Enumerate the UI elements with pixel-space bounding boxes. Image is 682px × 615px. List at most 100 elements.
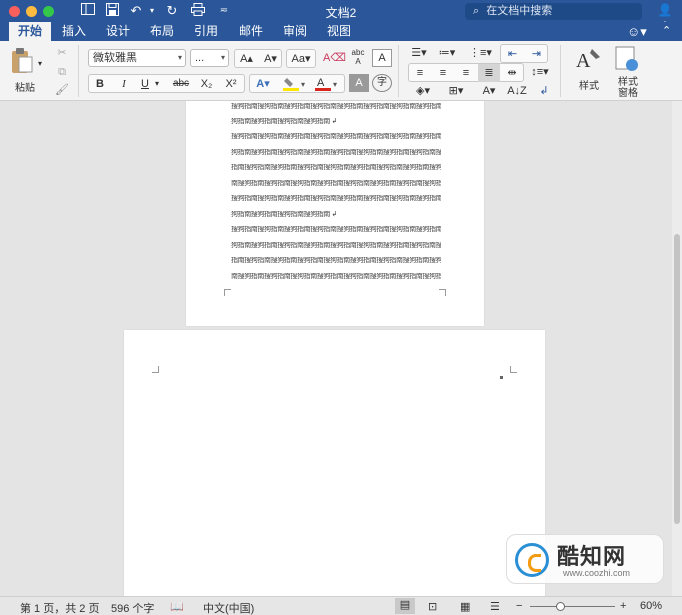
search-icon: ⌕ [473,5,480,17]
document-line[interactable]: 搜狗指南搜狗指南搜狗指南搜狗指南搜狗指南搜狗指南搜狗指南搜狗指南搜狗 [231,103,441,111]
styles-pane-icon[interactable] [614,45,640,73]
format-painter-icon[interactable]: 🖌 [54,81,70,99]
print-layout-icon[interactable]: ▤ [395,598,415,614]
bold-button[interactable]: B [89,75,111,93]
watermark-text: 酷知网 [557,544,627,569]
document-line[interactable]: 指南搜狗指南搜狗指南搜狗指南搜狗指南搜狗指南搜狗指南搜狗指南搜狗指 [231,257,441,265]
tab-home[interactable]: 开始 [9,22,51,41]
highlight-icon[interactable]: ▾ [280,75,310,93]
vertical-scrollbar[interactable] [672,101,682,596]
document-line[interactable]: 搜狗指南搜狗指南搜狗指南搜狗指南搜狗指南搜狗指南搜狗指南搜狗指南搜 [231,133,441,141]
font-style-buttons: B I U ▾ abc X₂ X² [88,74,245,93]
tab-design[interactable]: 设计 [100,22,136,41]
copy-icon[interactable]: ⧉ [54,63,70,81]
feedback-smile-icon[interactable]: ☺▾ [627,24,647,40]
paste-label[interactable]: 粘贴 [10,79,40,94]
character-border-icon[interactable]: A [372,49,392,67]
underline-dropdown-icon[interactable]: ▾ [152,75,162,93]
superscript-button[interactable]: X² [219,75,243,93]
strikethrough-button[interactable]: abc [169,75,193,93]
tab-references[interactable]: 引用 [188,22,224,41]
document-line[interactable]: 搜狗指南搜狗指南搜狗指南搜狗指南搜狗指南搜狗指南搜狗指南搜狗指南搜 [231,195,441,203]
increase-indent-icon[interactable]: ⇥ [525,45,548,63]
styles-icon[interactable]: A [574,45,604,75]
scrollbar-thumb[interactable] [674,234,680,524]
font-size-value: ... [195,52,205,64]
clear-formatting-icon[interactable]: A⌫ [322,49,346,67]
tab-insert[interactable]: 插入 [56,22,92,41]
font-name-select[interactable]: 微软雅黑 ▾ [88,49,186,67]
bullets-icon[interactable]: ☰▾ [408,44,430,62]
shading-icon[interactable]: ◈▾ [408,82,438,100]
decrease-indent-icon[interactable]: ⇤ [501,45,524,63]
word-count[interactable]: 596 个字 [111,600,154,615]
margin-corner-mark [152,366,159,373]
document-line[interactable]: 狗指南搜狗指南搜狗指南搜狗指南 ↲ [231,211,441,219]
document-canvas[interactable]: 搜狗指南搜狗指南搜狗指南搜狗指南搜狗指南搜狗指南搜狗指南搜狗指南搜狗 狗指南搜狗指… [0,101,672,596]
document-line[interactable]: 南搜狗指南搜狗指南搜狗指南搜狗指南搜狗指南搜狗指南搜狗指南搜狗指南 [231,180,441,188]
justify-icon[interactable]: ≣ [478,64,500,82]
enclose-characters-icon[interactable]: 字 [372,74,392,92]
show-marks-icon[interactable]: ↲ [534,82,554,100]
web-layout-icon[interactable]: ▦ [460,600,470,613]
zoom-slider-thumb[interactable] [556,602,565,611]
asian-layout-icon[interactable]: A▾ [476,82,502,100]
styles-label[interactable]: 样式 [574,77,604,92]
document-line[interactable]: 搜狗指南搜狗指南搜狗指南搜狗指南搜狗指南搜狗指南搜狗指南搜狗指南搜 [231,226,441,234]
font-effects-buttons: A▾ ▾ A ▾ [249,74,345,93]
search-input[interactable]: ⌕ 在文档中搜索 [465,3,642,20]
page-count[interactable]: 第 1 页，共 2 页 [20,600,99,615]
underline-button[interactable]: U [137,75,153,93]
grow-font-button[interactable]: A▴ [235,50,258,68]
tab-view[interactable]: 视图 [321,22,357,41]
line-spacing-icon[interactable]: ↕≡▾ [528,63,552,81]
ribbon-separator [398,45,399,97]
zoom-in-icon[interactable]: + [620,600,626,612]
read-mode-icon[interactable]: ⊡ [428,600,437,613]
language[interactable]: 中文(中国) [203,600,254,615]
change-case-button[interactable]: Aa▾ [286,49,316,68]
italic-button[interactable]: I [113,75,135,93]
zoom-level[interactable]: 60% [640,600,662,612]
document-page[interactable]: 搜狗指南搜狗指南搜狗指南搜狗指南搜狗指南搜狗指南搜狗指南搜狗指南搜狗 狗指南搜狗指… [186,101,484,326]
cut-icon[interactable]: ✂ [54,44,70,62]
tab-review[interactable]: 审阅 [277,22,313,41]
distributed-icon[interactable]: ⇹ [501,64,523,82]
paste-dropdown-icon[interactable]: ▾ [36,55,44,73]
text-effects-icon[interactable]: A▾ [250,75,276,93]
align-center-icon[interactable]: ≡ [432,64,454,82]
tab-layout[interactable]: 布局 [144,22,180,41]
proofing-icon[interactable]: 📖 [170,600,184,613]
share-icon[interactable]: 👤+ [656,3,674,31]
align-left-icon[interactable]: ≡ [409,64,431,82]
subscript-button[interactable]: X₂ [195,75,218,93]
zoom-out-icon[interactable]: − [516,600,522,612]
document-page[interactable] [124,330,545,596]
ribbon-separator [560,45,561,97]
collapse-ribbon-icon[interactable]: ⌃ [662,24,671,37]
numbering-icon[interactable]: ≔▾ [436,44,458,62]
outline-icon[interactable]: ☰ [490,600,500,613]
document-line[interactable]: 指南搜狗指南搜狗指南搜狗指南搜狗指南搜狗指南搜狗指南搜狗指南搜狗指 [231,164,441,172]
indent-buttons: ⇤ ⇥ [500,44,548,63]
zoom-slider[interactable] [530,602,615,611]
status-bar: 第 1 页，共 2 页 596 个字 📖 中文(中国) ▤ ⊡ ▦ ☰ − + … [0,596,682,615]
sort-icon[interactable]: A↓Z [506,82,528,100]
svg-text:▾: ▾ [301,80,305,89]
tab-mailings[interactable]: 邮件 [233,22,269,41]
document-line[interactable]: 南搜狗指南搜狗指南搜狗指南搜狗指南搜狗指南搜狗指南搜狗指南搜狗指南 ↲ [231,273,441,281]
phonetic-guide-icon[interactable]: abc A [347,47,369,66]
document-line[interactable]: 狗指南搜狗指南搜狗指南搜狗指南搜狗指南搜狗指南搜狗指南搜狗指南搜狗 [231,242,441,250]
shrink-font-button[interactable]: A▾ [259,50,282,68]
watermark-url: www.coozhi.com [563,568,631,578]
multilevel-list-icon[interactable]: ⋮≡▾ [468,44,492,62]
align-right-icon[interactable]: ≡ [455,64,477,82]
document-line[interactable]: 狗指南搜狗指南搜狗指南搜狗指南 ↲ [231,118,441,126]
paste-icon[interactable] [10,47,34,75]
styles-pane-label[interactable]: 样式 窗格 [612,77,644,99]
font-color-icon[interactable]: A ▾ [312,75,342,93]
character-shading-icon[interactable]: A [349,74,369,92]
borders-icon[interactable]: ⊞▾ [442,82,470,100]
document-line[interactable]: 狗指南搜狗指南搜狗指南搜狗指南搜狗指南搜狗指南搜狗指南搜狗指南搜狗 [231,149,441,157]
font-size-select[interactable]: ... ▾ [190,49,229,67]
